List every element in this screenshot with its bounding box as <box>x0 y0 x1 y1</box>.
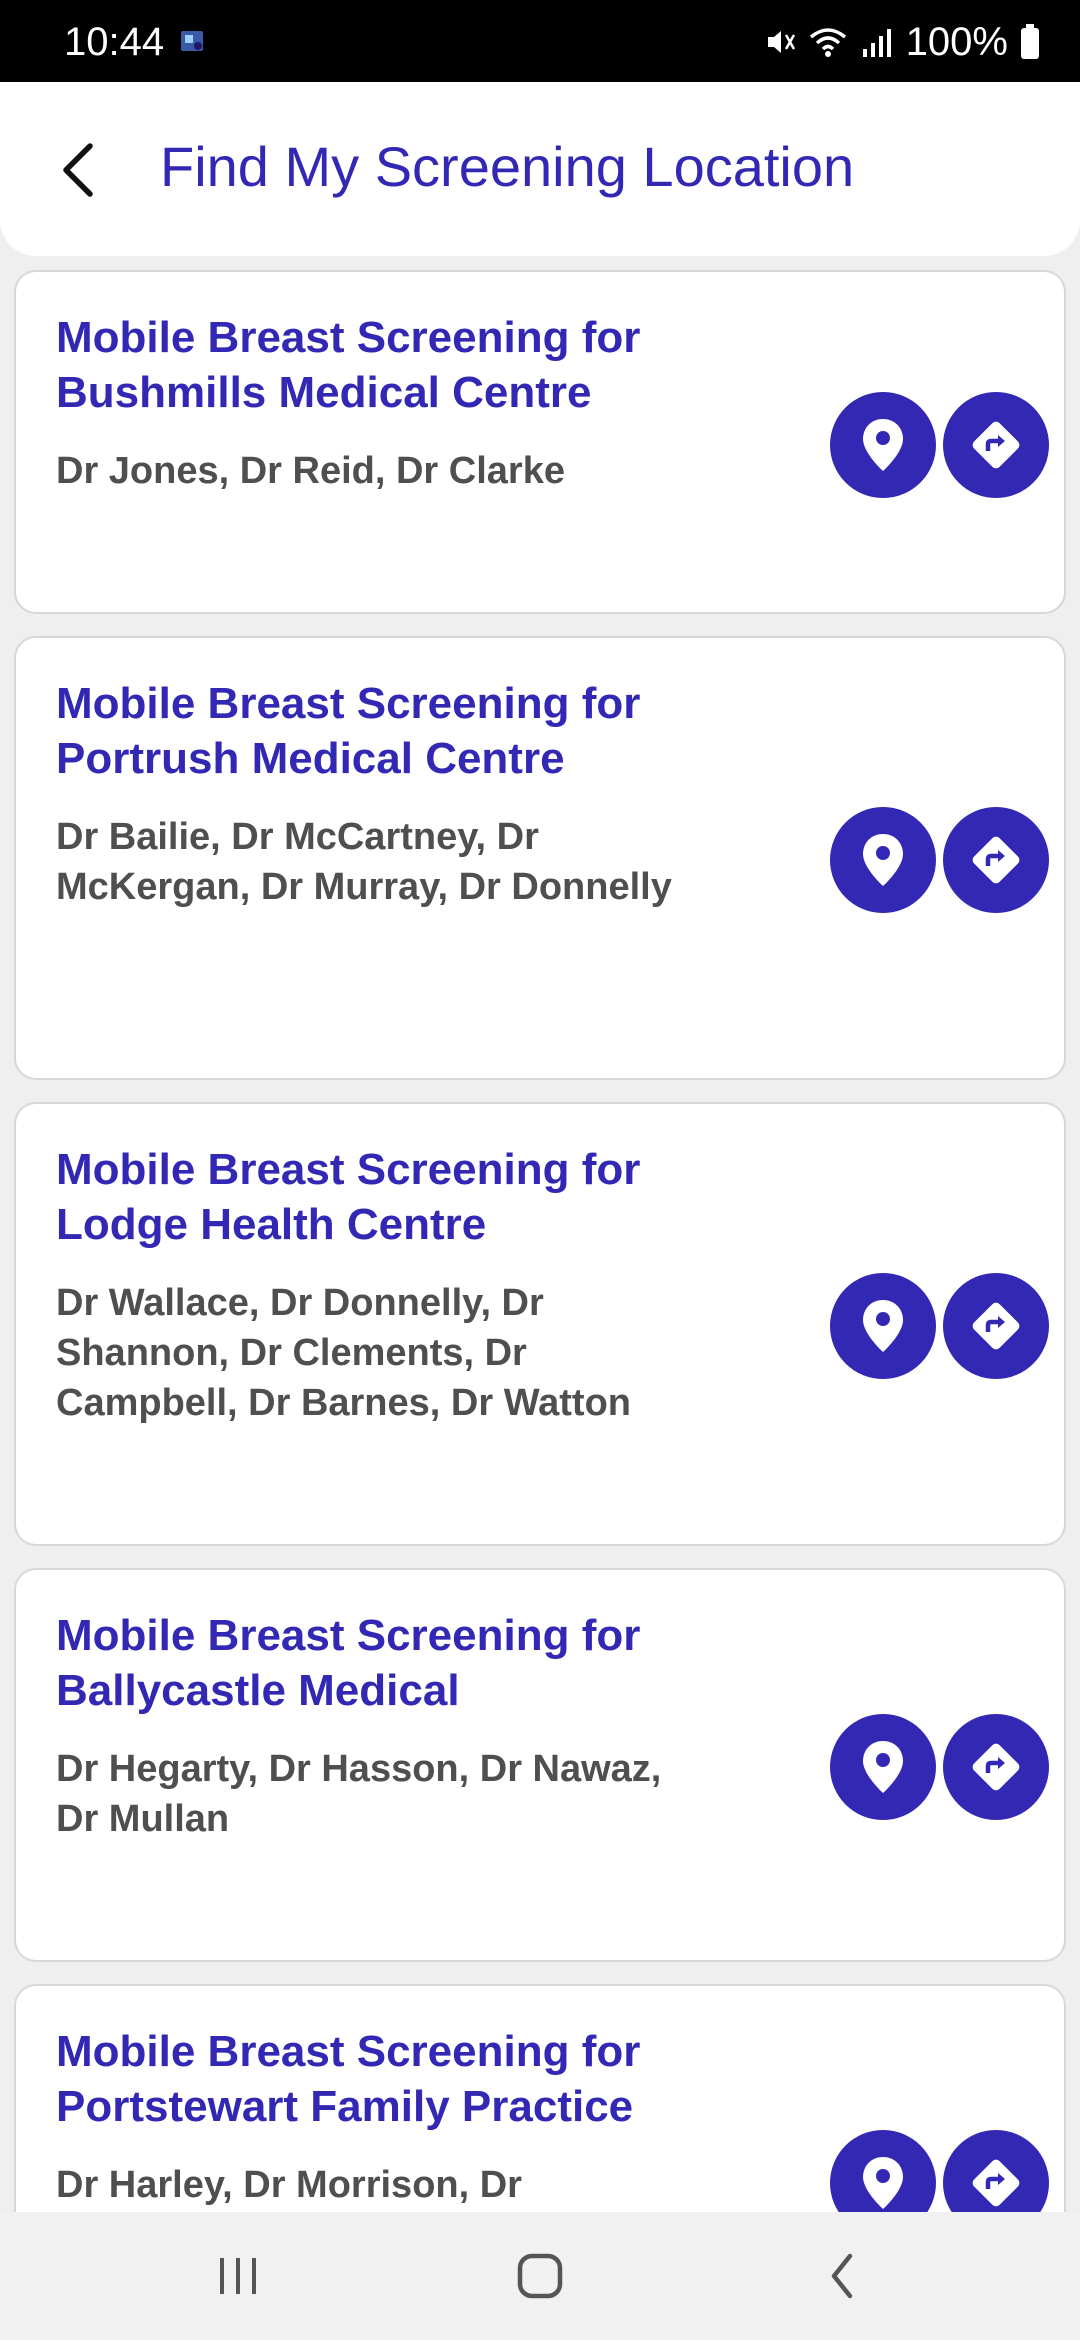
location-title: Mobile Breast Screening for Portstewart … <box>56 2027 641 2131</box>
wifi-icon <box>809 28 846 57</box>
view-location-button[interactable] <box>830 392 936 498</box>
location-card[interactable]: Mobile Breast Screening for Bushmills Me… <box>14 270 1066 614</box>
battery-percentage: 100% <box>905 20 1008 64</box>
location-doctors: Dr Wallace, Dr Donnelly, Dr Shannon, Dr … <box>56 1282 632 1424</box>
view-location-button[interactable] <box>830 2130 936 2212</box>
directions-icon <box>972 421 1020 469</box>
location-title: Mobile Breast Screening for Bushmills Me… <box>56 313 641 417</box>
location-doctors: Dr Harley, Dr Morrison, Dr <box>56 2164 522 2206</box>
status-bar: 10:44 100% <box>0 0 1080 82</box>
back-button[interactable] <box>40 132 116 208</box>
directions-button[interactable] <box>943 1273 1049 1379</box>
directions-button[interactable] <box>943 2130 1049 2212</box>
location-card[interactable]: Mobile Breast Screening for Ballycastle … <box>14 1568 1066 1962</box>
directions-button[interactable] <box>943 807 1049 913</box>
home-button[interactable] <box>480 2236 600 2316</box>
page-title: Find My Screening Location <box>160 135 855 198</box>
notification-icon <box>181 31 203 51</box>
location-doctors: Dr Hegarty, Dr Hasson, Dr Nawaz, Dr Mull… <box>56 1748 662 1840</box>
location-list[interactable]: Mobile Breast Screening for Bushmills Me… <box>0 256 1080 2212</box>
directions-icon <box>972 2159 1020 2207</box>
view-location-button[interactable] <box>830 807 936 913</box>
location-title: Mobile Breast Screening for Lodge Health… <box>56 1145 641 1249</box>
recent-apps-button[interactable] <box>178 2236 298 2316</box>
directions-icon <box>972 836 1020 884</box>
signal-icon <box>862 29 891 57</box>
status-icons: 100% <box>762 18 1040 66</box>
directions-icon <box>972 1302 1020 1350</box>
recent-apps-icon <box>220 2258 256 2294</box>
status-time: 10:44 <box>64 20 165 64</box>
location-card[interactable]: Mobile Breast Screening for Portrush Med… <box>14 636 1066 1080</box>
location-card[interactable]: Mobile Breast Screening for Portstewart … <box>14 1984 1066 2212</box>
back-icon <box>831 2253 853 2299</box>
location-doctors: Dr Jones, Dr Reid, Dr Clarke <box>56 450 565 492</box>
home-icon <box>517 2253 563 2299</box>
map-pin-icon <box>863 419 903 471</box>
system-nav-bar <box>0 2212 1080 2340</box>
location-card[interactable]: Mobile Breast Screening for Lodge Health… <box>14 1102 1066 1546</box>
mute-icon <box>767 31 795 53</box>
map-pin-icon <box>863 834 903 886</box>
directions-icon <box>972 1743 1020 1791</box>
directions-button[interactable] <box>943 1714 1049 1820</box>
map-pin-icon <box>863 2157 903 2209</box>
view-location-button[interactable] <box>830 1714 936 1820</box>
app-header: Find My Screening Location <box>0 82 1080 256</box>
location-title: Mobile Breast Screening for Ballycastle … <box>56 1611 641 1715</box>
location-title: Mobile Breast Screening for Portrush Med… <box>56 679 641 783</box>
map-pin-icon <box>863 1300 903 1352</box>
battery-icon <box>1021 24 1039 59</box>
directions-button[interactable] <box>943 392 1049 498</box>
back-arrow-icon <box>63 143 93 197</box>
view-location-button[interactable] <box>830 1273 936 1379</box>
map-pin-icon <box>863 1741 903 1793</box>
location-doctors: Dr Bailie, Dr McCartney, Dr McKergan, Dr… <box>56 816 672 908</box>
system-back-button[interactable] <box>782 2236 902 2316</box>
